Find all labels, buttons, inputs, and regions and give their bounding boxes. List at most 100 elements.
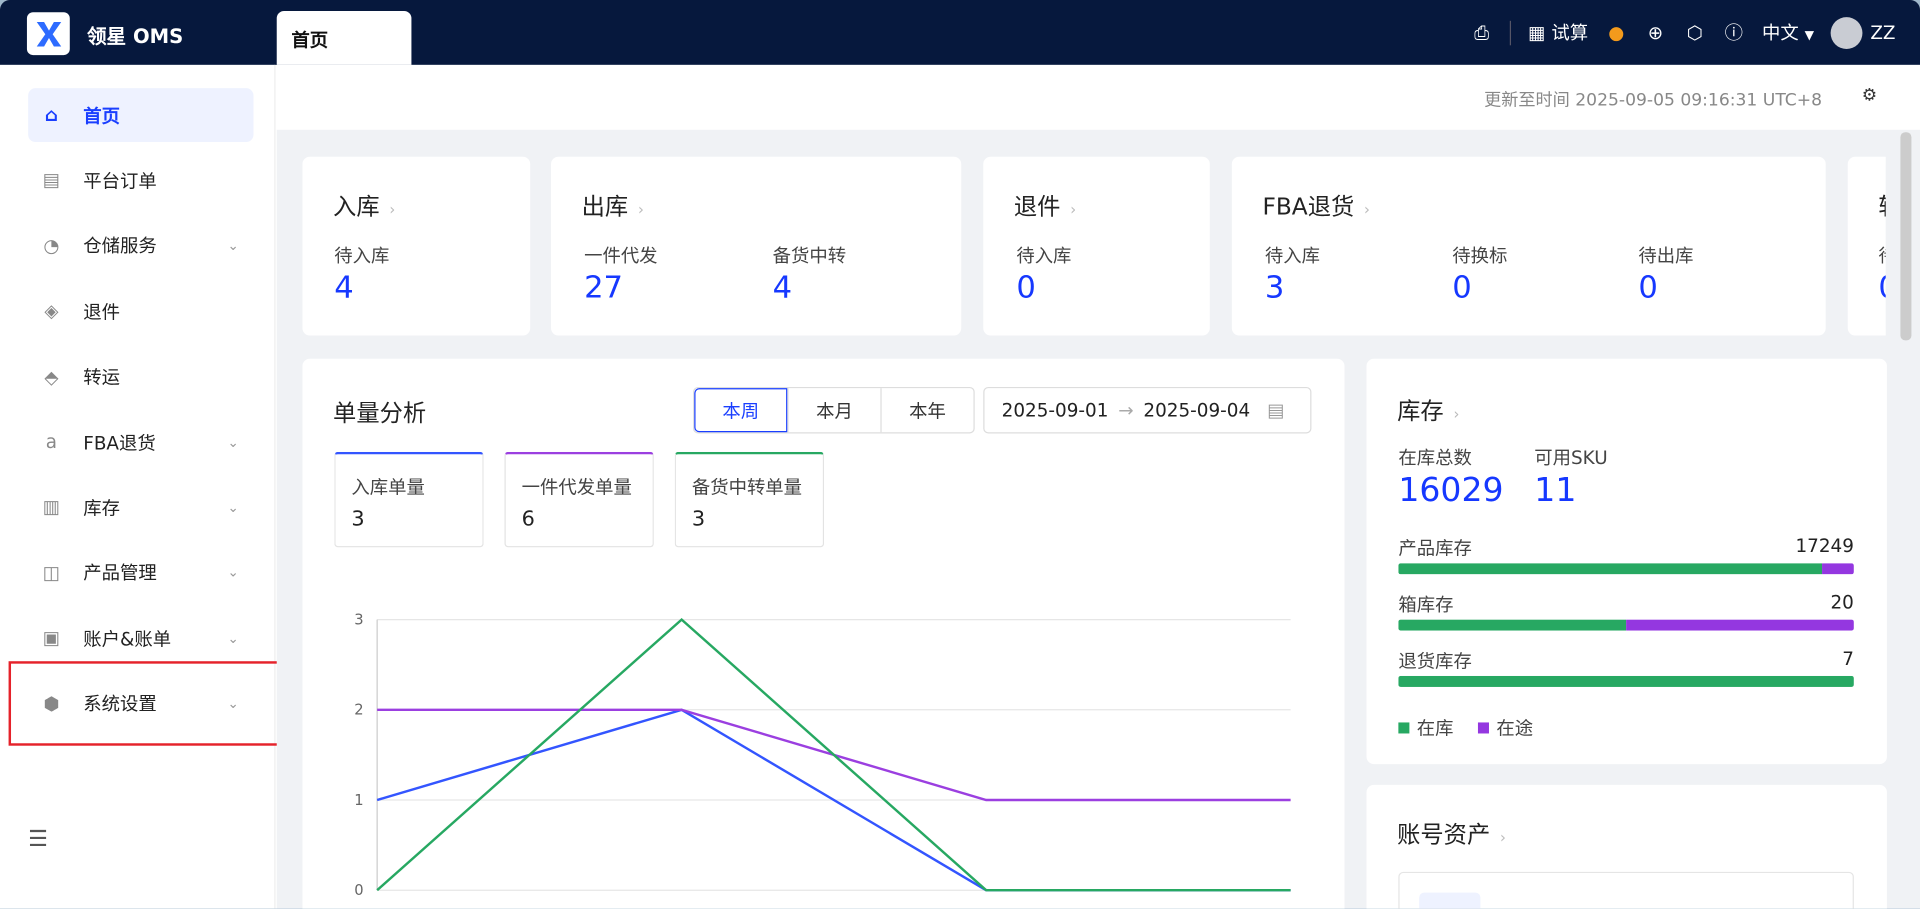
total-label: 在库总数 — [1398, 446, 1472, 469]
legend-label: 在库 — [1416, 717, 1454, 740]
sidebar-item-1[interactable]: ▤ 平台订单 — [28, 154, 253, 208]
language-select[interactable]: 中文 ▼ — [1762, 20, 1814, 46]
refresh-icon[interactable]: ⚙ — [1862, 86, 1877, 106]
stat-value[interactable]: 3 — [1265, 269, 1284, 305]
card-returns[interactable]: 退件 › 待入库 0 — [983, 156, 1210, 336]
card-inbound[interactable]: 入库 › 待入库 4 — [302, 156, 531, 336]
sku-value[interactable]: 11 — [1534, 471, 1576, 509]
y-tick-label: 0 — [354, 882, 363, 899]
sidebar-item-label: 退件 — [83, 300, 121, 323]
transfer-icon: ⬘ — [44, 365, 59, 388]
stat-value[interactable]: 0 — [1016, 269, 1035, 305]
kpi-transit[interactable]: 备货中转单量 3 — [674, 451, 825, 548]
scrollbar[interactable] — [1900, 132, 1912, 341]
order-line-chart: 0 1 2 3 — [354, 611, 1291, 899]
calc-button[interactable]: ▦ 试算 — [1528, 20, 1588, 46]
bar-transit — [1626, 619, 1854, 631]
inventory-bar — [1398, 675, 1854, 687]
legend-swatch-in-stock — [1398, 722, 1410, 734]
home-icon: ⌂ — [44, 104, 59, 127]
period-year[interactable]: 本年 — [880, 388, 973, 433]
stat-value[interactable]: 4 — [773, 269, 792, 305]
stat-value[interactable]: 0 — [1452, 269, 1471, 305]
stat-label: 待入库 — [334, 244, 390, 267]
kpi-inbound[interactable]: 入库单量 3 — [334, 451, 484, 548]
sidebar: ⌂ 首页 ▤ 平台订单 ◔ 仓储服务 ⌄ ◈ 退件 ⬘ 转运 a FBA退货 ⌄ ▥ 库存 ⌄ ◫ 产品管理 ⌄ ▣ 账户… — [0, 64, 276, 909]
bar-in-stock — [1398, 619, 1627, 631]
sidebar-item-6[interactable]: ▥ 库存 ⌄ — [28, 480, 253, 534]
sidebar-item-3[interactable]: ◈ 退件 — [28, 284, 253, 338]
stat-value[interactable]: 4 — [334, 269, 353, 305]
chevron-right-icon: › — [1453, 405, 1460, 423]
stat-label: 一件代发 — [584, 244, 658, 267]
sidebar-item-4[interactable]: ⬘ 转运 — [28, 350, 253, 404]
legend-swatch-transit — [1477, 722, 1489, 734]
message-icon[interactable]: ⎙ — [1471, 21, 1493, 43]
arrow-right-icon: → — [1118, 399, 1134, 422]
kpi-label: 一件代发单量 — [521, 476, 632, 499]
sidebar-item-7[interactable]: ◫ 产品管理 ⌄ — [28, 546, 253, 600]
period-week[interactable]: 本周 — [694, 388, 788, 433]
chevron-right-icon: › — [1364, 200, 1370, 218]
asset-box — [1398, 871, 1854, 909]
sidebar-item-8[interactable]: ▣ 账户&账单 ⌄ — [28, 611, 253, 665]
stat-value[interactable]: 27 — [584, 269, 623, 305]
sub-header: 更新至时间 2025-09-05 09:16:31 UTC+8 ⚙ — [276, 64, 1920, 130]
brand-name: 领星 OMS — [86, 24, 184, 48]
sidebar-item-5[interactable]: a FBA退货 ⌄ — [28, 415, 253, 469]
chevron-down-icon: ⌄ — [227, 499, 239, 516]
help-icon[interactable]: ⓘ — [1723, 21, 1745, 44]
card-outbound[interactable]: 出库 › 一件代发 27 备货中转 4 — [551, 156, 962, 336]
sidebar-item-2[interactable]: ◔ 仓储服务 ⌄ — [28, 219, 253, 273]
kpi-label: 入库单量 — [351, 476, 425, 499]
period-month[interactable]: 本月 — [787, 388, 880, 433]
sidebar-item-label: 首页 — [83, 104, 121, 127]
sidebar-item-0[interactable]: ⌂ 首页 — [28, 88, 254, 143]
divider — [1509, 20, 1511, 45]
card-title: FBA退货 — [1262, 193, 1355, 221]
period-selector[interactable]: 本周 本月 本年 — [693, 386, 975, 434]
stat-label: 待入库 — [1016, 244, 1072, 267]
card-partial[interactable]: 轨 待 0 — [1847, 156, 1886, 336]
logo — [26, 12, 70, 56]
total-value[interactable]: 16029 — [1398, 471, 1503, 509]
language-label: 中文 — [1761, 22, 1799, 45]
stat-label: 待入库 — [1264, 244, 1321, 267]
date-from[interactable]: 2025-09-01 — [1002, 399, 1109, 421]
bar-in-stock — [1398, 675, 1854, 687]
sku-label: 可用SKU — [1534, 446, 1608, 469]
chevron-right-icon: › — [1070, 200, 1077, 218]
chevron-down-icon: ⌄ — [227, 564, 239, 581]
bar-value: 20 — [1830, 591, 1854, 614]
card-title: 入库 — [333, 193, 380, 221]
robot-icon[interactable]: ● — [1605, 21, 1627, 43]
update-time: 更新至时间 2025-09-05 09:16:31 UTC+8 — [1484, 90, 1823, 111]
calc-label: 试算 — [1551, 22, 1589, 45]
collapse-menu-icon[interactable]: ☰ — [28, 827, 48, 853]
stat-value[interactable]: 0 — [1878, 269, 1885, 305]
stat-value[interactable]: 0 — [1638, 269, 1657, 305]
y-tick-label: 1 — [354, 792, 363, 809]
clipboard-icon: ▤ — [42, 169, 61, 192]
kpi-dropship[interactable]: 一件代发单量 6 — [504, 451, 654, 548]
section-title: 库存 — [1397, 397, 1444, 425]
kpi-value: 6 — [521, 506, 535, 532]
return-box-icon: ◈ — [44, 300, 59, 323]
user-name[interactable]: ZZ — [1870, 21, 1895, 43]
sidebar-item-label: 账户&账单 — [83, 627, 172, 650]
date-range-picker[interactable]: 2025-09-01 → 2025-09-04 ▤ — [983, 386, 1312, 434]
bar-in-stock — [1398, 563, 1822, 575]
sidebar-item-label: 库存 — [83, 497, 121, 520]
section-title: 单量分析 — [333, 400, 427, 428]
chevron-down-icon: ⌄ — [227, 434, 239, 451]
settings-icon[interactable]: ⬡ — [1684, 21, 1706, 43]
date-to[interactable]: 2025-09-04 — [1143, 399, 1250, 421]
avatar[interactable] — [1831, 16, 1863, 49]
bar-label: 产品库存 — [1398, 537, 1472, 560]
card-fba[interactable]: FBA退货 › 待入库 3 待换标 0 待出库 0 — [1231, 156, 1826, 336]
calculator-icon: ▦ — [1528, 22, 1546, 45]
download-icon[interactable]: ⊕ — [1644, 21, 1666, 43]
section-title: 账号资产 — [1397, 821, 1491, 849]
tab-home[interactable]: 首页 — [276, 11, 412, 65]
card-title: 退件 — [1013, 193, 1061, 221]
